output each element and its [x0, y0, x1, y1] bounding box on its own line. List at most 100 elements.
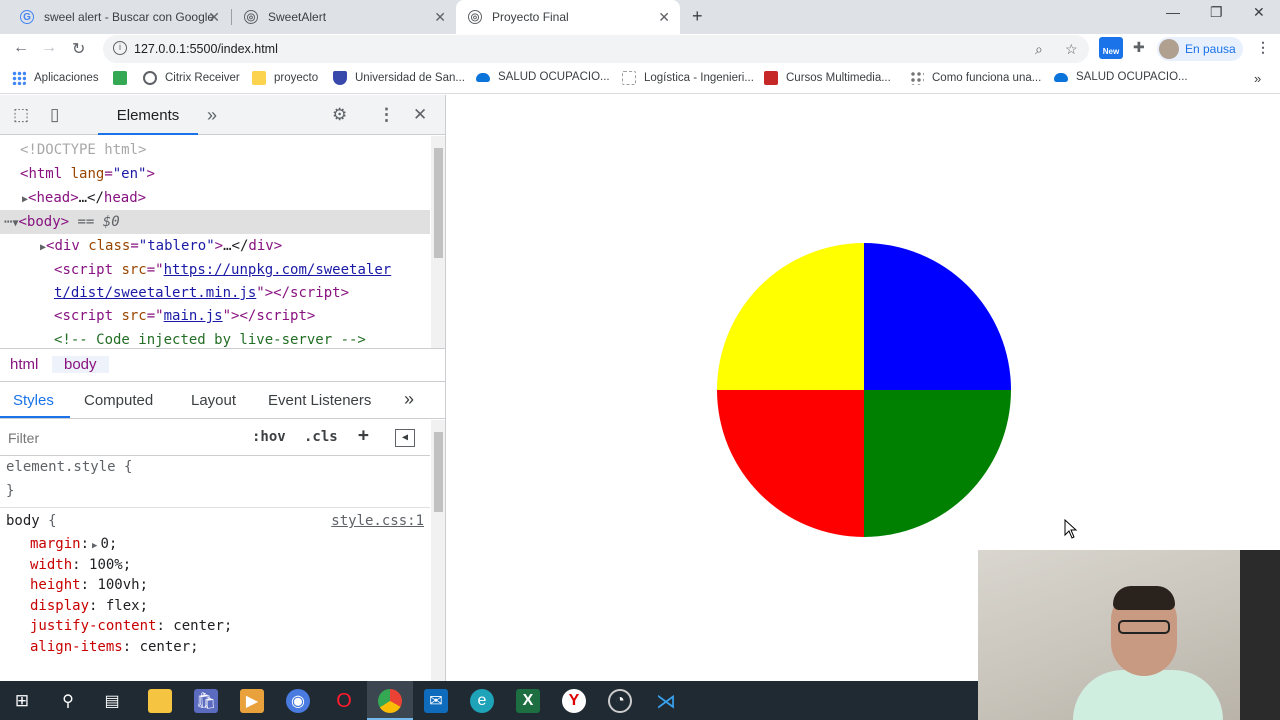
styles-filter-input[interactable] [4, 424, 236, 452]
script-src-link-cont[interactable]: t/dist/sweetalert.min.js [54, 285, 256, 301]
yandex-icon[interactable]: Y [562, 689, 586, 713]
prop-align-items[interactable]: align-items: center; [30, 639, 199, 655]
obs-icon[interactable]: ◔ [608, 689, 632, 713]
dom-head[interactable]: ▶<head>…</head> [0, 186, 430, 210]
dom-html[interactable]: <html lang="en"> [0, 162, 430, 186]
media-player-icon[interactable]: ▶ [240, 689, 264, 713]
restore-icon[interactable]: ❐ [1210, 4, 1223, 21]
device-toolbar-icon[interactable]: ▯ [50, 105, 59, 125]
tab-event-listeners[interactable]: Event Listeners [268, 392, 371, 409]
windows-start-icon[interactable]: ⊞ [10, 689, 34, 713]
crumb-body[interactable]: body [52, 356, 109, 373]
bookmark-proyecto[interactable]: proyecto [252, 71, 318, 85]
prop-value[interactable]: 0 [100, 536, 108, 552]
hov-toggle[interactable]: :hov [252, 429, 286, 445]
bookmark-salud-2[interactable]: SALUD OCUPACIO... [1054, 71, 1188, 83]
task-view-icon[interactable]: ▤ [100, 689, 124, 713]
prop-value[interactable]: center [173, 618, 224, 634]
bookmark-apps[interactable]: Aplicaciones [12, 71, 99, 85]
prop-width[interactable]: width: 100%; [30, 557, 131, 573]
window-close-icon[interactable]: ✕ [1253, 4, 1265, 21]
main-js-link[interactable]: main.js [164, 308, 223, 324]
excel-icon[interactable]: X [516, 689, 540, 713]
more-tabs-icon[interactable]: » [404, 389, 414, 410]
prop-value[interactable]: 100% [89, 557, 123, 573]
vscode-icon[interactable]: ⋊ [654, 689, 678, 713]
dom-comment[interactable]: <!-- Code injected by live-server --> [0, 328, 430, 348]
body-rule-selector[interactable]: body { [6, 513, 57, 529]
bookmark-star-icon[interactable]: ☆ [1065, 41, 1078, 58]
info-icon[interactable]: i [113, 41, 127, 55]
quadrant-green[interactable] [864, 390, 1011, 537]
bookmark-como-funciona[interactable]: Como funciona una... [910, 71, 1041, 85]
dom-div-tablero[interactable]: ▶<div class="tablero">…</div> [0, 234, 430, 258]
edge-icon[interactable]: e [470, 689, 494, 713]
script-src-link[interactable]: https://unpkg.com/sweetaler [164, 262, 392, 278]
tab-elements[interactable]: Elements [98, 95, 198, 135]
chrome-icon[interactable] [378, 689, 402, 713]
bookmark-green[interactable] [113, 71, 135, 85]
opera-icon[interactable]: O [332, 689, 356, 713]
back-arrow-icon[interactable]: ← [13, 39, 29, 57]
styles-scrollbar[interactable] [431, 420, 445, 681]
expand-arrow-icon[interactable]: ▶ [92, 541, 97, 551]
forward-arrow-icon[interactable]: → [41, 39, 57, 57]
file-explorer-icon[interactable] [148, 689, 172, 713]
kebab-menu-icon[interactable]: ⋮ [1256, 39, 1270, 56]
crumb-html[interactable]: html [10, 356, 38, 373]
dom-body[interactable]: ⋯▼<body> == $0 [0, 210, 430, 234]
close-icon[interactable]: ✕ [658, 9, 670, 26]
tab-sweetalert[interactable]: ◎ SweetAlert ✕ [232, 0, 456, 34]
quadrant-blue[interactable] [864, 243, 1011, 390]
scroll-thumb[interactable] [434, 432, 443, 512]
quadrant-red[interactable] [717, 390, 864, 537]
prop-value[interactable]: center [140, 639, 191, 655]
prop-justify-content[interactable]: justify-content: center; [30, 618, 232, 634]
minimize-icon[interactable]: — [1166, 4, 1180, 20]
dom-doctype[interactable]: <!DOCTYPE html> [0, 138, 430, 162]
quadrant-yellow[interactable] [717, 243, 864, 390]
prop-margin[interactable]: margin: ▶ 0; [30, 536, 117, 552]
scroll-thumb[interactable] [434, 148, 443, 258]
new-rule-plus-icon[interactable]: + [358, 425, 369, 446]
dom-script-main[interactable]: <script src="main.js"></script> [0, 304, 430, 328]
tab-proyecto-final[interactable]: ◎ Proyecto Final ✕ [456, 0, 680, 34]
bookmark-universidad[interactable]: Universidad de San... [333, 71, 465, 85]
reload-icon[interactable]: ↻ [72, 39, 85, 59]
extensions-puzzle-icon[interactable]: ✚ [1133, 39, 1145, 56]
toggle-sidebar-icon[interactable]: ◀ [395, 429, 415, 447]
dom-script-sweetalert[interactable]: <script src="https://unpkg.com/sweetaler [0, 258, 430, 282]
tab-google-search[interactable]: G sweel alert - Buscar con Google ✕ [8, 0, 230, 34]
prop-value[interactable]: 100vh [97, 577, 139, 593]
dom-scrollbar[interactable] [431, 136, 445, 348]
prop-display[interactable]: display: flex; [30, 598, 148, 614]
bookmark-citrix[interactable]: Citrix Receiver [143, 71, 240, 85]
dom-script-sweetalert-cont[interactable]: t/dist/sweetalert.min.js"></script> [0, 281, 430, 305]
store-icon[interactable]: 🛍 [194, 689, 218, 713]
bookmark-salud-1[interactable]: SALUD OCUPACIO... [476, 71, 610, 83]
extension-new-icon[interactable]: New [1099, 37, 1123, 59]
devtools-menu-icon[interactable]: ⋮ [378, 105, 395, 125]
tab-layout[interactable]: Layout [191, 392, 236, 409]
more-bookmarks-icon[interactable]: » [1254, 71, 1261, 86]
close-icon[interactable]: ✕ [208, 9, 220, 26]
bookmark-logistica[interactable]: Logística - Ingenieri... [622, 71, 754, 85]
mail-icon[interactable]: ✉ [424, 689, 448, 713]
inspect-element-icon[interactable]: ⬚ [13, 105, 29, 125]
devtools-close-icon[interactable]: ✕ [413, 105, 427, 125]
more-tabs-icon[interactable]: » [207, 105, 217, 126]
tab-computed[interactable]: Computed [84, 392, 153, 409]
new-tab-plus-icon[interactable]: + [692, 6, 703, 27]
style-source-link[interactable]: style.css:1 [331, 513, 424, 529]
prop-height[interactable]: height: 100vh; [30, 577, 148, 593]
profile-button[interactable]: En pausa [1157, 37, 1243, 61]
prop-value[interactable]: flex [106, 598, 140, 614]
element-style-rule[interactable]: element.style { [6, 459, 132, 475]
chromium-icon[interactable]: ◉ [286, 689, 310, 713]
search-icon[interactable]: ⚲ [56, 689, 80, 713]
settings-gear-icon[interactable]: ⚙ [332, 105, 347, 125]
address-bar[interactable]: i 127.0.0.1:5500/index.html ⌕ ☆ [103, 35, 1089, 63]
tab-styles[interactable]: Styles [13, 392, 54, 409]
bookmark-cursos[interactable]: Cursos Multimedia... [764, 71, 891, 85]
zoom-icon[interactable]: ⌕ [1035, 41, 1043, 58]
